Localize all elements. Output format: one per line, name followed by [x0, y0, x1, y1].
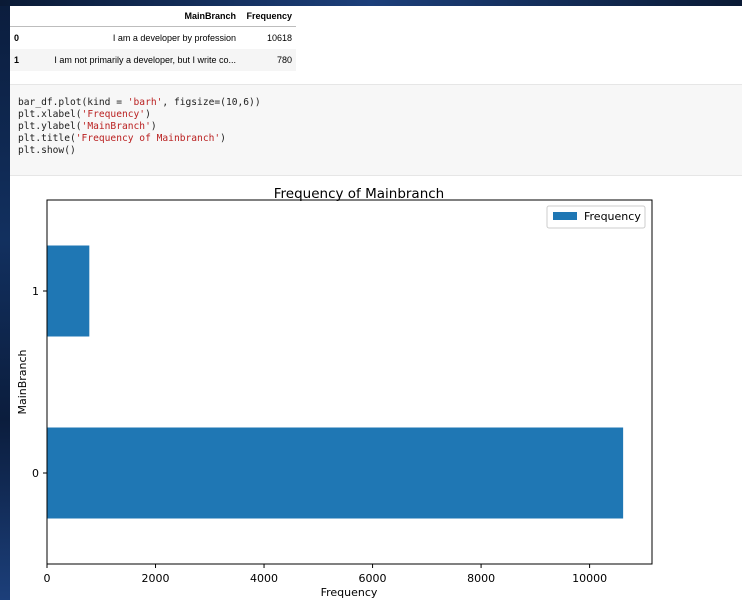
- code-line: plt.title('Frequency of Mainbranch'): [18, 133, 226, 144]
- bar-0: [47, 427, 624, 519]
- x-tick-label: 2000: [142, 572, 170, 585]
- chart-legend: Frequency: [546, 205, 646, 229]
- x-tick-label: 4000: [250, 572, 278, 585]
- table-row: 0 I am a developer by profession 10618: [10, 26, 296, 49]
- column-header-frequency: Frequency: [240, 6, 296, 27]
- bar-chart: Frequency of Mainbranch 0 2000 4000 6000 800…: [16, 186, 653, 599]
- table-header-row: MainBranch Frequency: [10, 6, 296, 27]
- code-line: plt.ylabel('MainBranch'): [18, 121, 157, 132]
- row-index: 0: [14, 33, 20, 43]
- desktop-background-left: [0, 0, 10, 600]
- column-header-mainbranch: MainBranch: [32, 6, 240, 27]
- legend-swatch: [553, 212, 577, 220]
- cell-mainbranch: I am a developer by profession: [112, 33, 236, 43]
- code-editor[interactable]: bar_df.plot(kind = 'barh', figsize=(10,6…: [18, 97, 261, 157]
- y-tick-label: 0: [32, 467, 39, 480]
- x-tick-label: 10000: [572, 572, 607, 585]
- index-header: [10, 6, 32, 27]
- bar-1: [47, 245, 90, 337]
- x-tick-label: 6000: [359, 572, 387, 585]
- x-tick-label: 8000: [467, 572, 495, 585]
- y-tick-label: 1: [32, 285, 39, 298]
- cell-frequency: 780: [276, 55, 292, 65]
- legend-label: Frequency: [584, 210, 641, 223]
- code-line: plt.show(): [18, 145, 76, 156]
- dataframe-table: MainBranch Frequency 0 I am a developer …: [10, 6, 296, 71]
- cell-separator: [10, 76, 742, 84]
- cell-mainbranch: I am not primarily a developer, but I wr…: [54, 55, 236, 65]
- y-axis-label: MainBranch: [16, 349, 29, 414]
- row-index: 1: [14, 55, 20, 65]
- notebook-panel: MainBranch Frequency 0 I am a developer …: [10, 6, 742, 600]
- cell-frequency: 10618: [266, 33, 292, 43]
- x-tick-label: 0: [44, 572, 51, 585]
- code-line: plt.xlabel('Frequency'): [18, 109, 151, 120]
- x-axis-label: Frequency: [321, 586, 378, 599]
- code-cell[interactable]: bar_df.plot(kind = 'barh', figsize=(10,6…: [10, 84, 742, 176]
- table-row: 1 I am not primarily a developer, but I …: [10, 49, 296, 71]
- code-line: bar_df.plot(kind = 'barh', figsize=(10,6…: [18, 97, 261, 108]
